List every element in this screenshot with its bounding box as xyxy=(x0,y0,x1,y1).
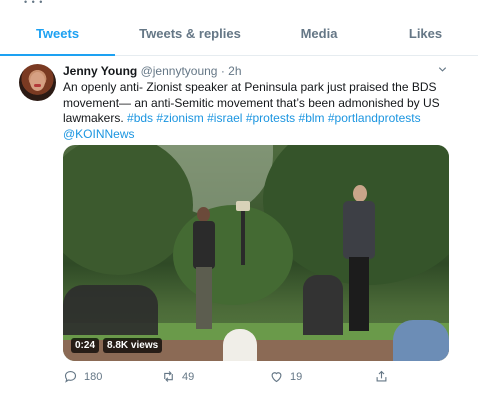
video-crowd xyxy=(303,275,343,335)
person-legs xyxy=(196,267,212,329)
tweet-time[interactable]: 2h xyxy=(228,64,241,78)
share-icon xyxy=(376,370,387,382)
tweet[interactable]: Jenny Young @jennytyoung · 2h An openly … xyxy=(0,56,478,400)
like-count: 19 xyxy=(290,370,303,383)
hashtag[interactable]: #blm xyxy=(299,111,325,125)
hashtag[interactable]: #portlandprotests xyxy=(328,111,421,125)
reply-button[interactable]: 180 xyxy=(63,369,102,384)
like-button[interactable]: 19 xyxy=(269,369,302,384)
reply-count: 180 xyxy=(84,370,103,383)
tweet-text: An openly anti- Zionist speaker at Penin… xyxy=(63,80,453,142)
person-body xyxy=(343,201,375,259)
profile-tabs: Tweets Tweets & replies Media Likes xyxy=(0,14,478,56)
retweet-count: 49 xyxy=(182,370,195,383)
video-lamp xyxy=(236,201,250,211)
video-person-signer xyxy=(343,185,375,333)
video-crowd xyxy=(223,329,257,361)
retweet-button[interactable]: 49 xyxy=(161,369,194,384)
tab-likes[interactable]: Likes xyxy=(373,14,478,55)
tweet-header: Jenny Young @jennytyoung · 2h xyxy=(63,64,242,79)
dots-icon: • • • xyxy=(24,0,44,7)
avatar-face xyxy=(30,72,45,91)
tab-tweets-replies[interactable]: Tweets & replies xyxy=(115,14,265,55)
video-person-speaker xyxy=(193,207,215,332)
reply-icon xyxy=(64,370,77,383)
video-crowd xyxy=(393,320,449,361)
video-crowd xyxy=(63,285,158,335)
retweet-icon xyxy=(164,371,173,382)
hashtag[interactable]: #bds xyxy=(127,111,153,125)
video-overlay: 0:24 8.8K views xyxy=(71,338,163,353)
person-head xyxy=(353,185,367,202)
video-lamppost xyxy=(241,205,245,265)
chevron-down-icon[interactable] xyxy=(437,64,448,78)
mention-link[interactable]: @KOINNews xyxy=(63,127,135,141)
hashtag[interactable]: #israel xyxy=(207,111,242,125)
video-views: 8.8K views xyxy=(103,338,163,353)
person-body xyxy=(193,221,215,269)
tab-media[interactable]: Media xyxy=(265,14,373,55)
video-player[interactable]: 0:24 8.8K views xyxy=(63,145,449,361)
video-duration: 0:24 xyxy=(71,338,100,353)
tab-tweets[interactable]: Tweets xyxy=(0,14,115,56)
tweet-actions: 180 49 19 xyxy=(63,369,453,387)
separator-dot: · xyxy=(220,64,225,78)
share-button[interactable] xyxy=(374,369,389,384)
top-strip: • • • xyxy=(0,0,478,7)
avatar[interactable] xyxy=(19,64,56,101)
avatar-mouth xyxy=(34,84,41,87)
heart-icon xyxy=(271,372,282,383)
person-legs xyxy=(349,257,369,331)
hashtag[interactable]: #protests xyxy=(246,111,295,125)
person-head xyxy=(197,207,210,222)
video-tree xyxy=(173,205,293,305)
hashtag[interactable]: #zionism xyxy=(156,111,203,125)
author-name[interactable]: Jenny Young xyxy=(63,64,137,78)
author-handle[interactable]: @jennytyoung xyxy=(141,64,218,78)
